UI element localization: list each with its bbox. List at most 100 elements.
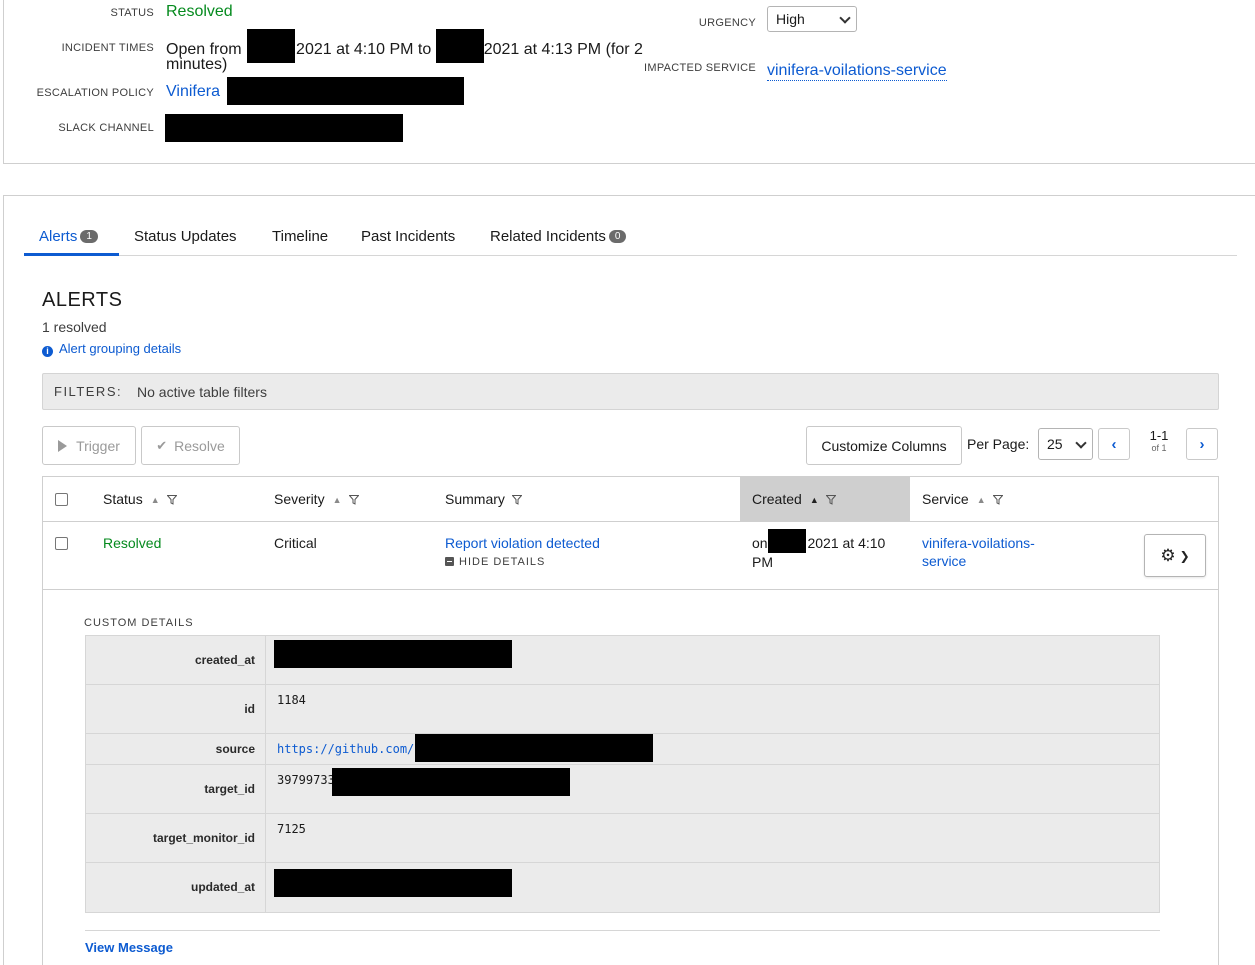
redacted-source-path [415,734,653,762]
column-summary-label: Summary [445,491,505,507]
source-link[interactable]: https://github.com/ [277,742,414,756]
alerts-count-badge: 1 [80,230,98,243]
sort-icon: ▲ [150,495,160,505]
urgency-select[interactable]: High [767,6,857,32]
play-icon [58,439,68,452]
tab-past-incidents[interactable]: Past Incidents [361,228,455,256]
row-actions-button[interactable]: ⚙ ❯ [1144,534,1206,577]
minus-square-icon [445,557,454,566]
trigger-button[interactable]: Trigger [42,426,136,465]
table-row: Resolved Critical Report violation detec… [43,522,1218,590]
filter-icon[interactable] [166,495,177,505]
urgency-label: URGENCY [698,17,756,29]
tab-related-incidents-label: Related Incidents [490,228,606,245]
custom-detail-row: created_at [86,636,1159,685]
column-created-label: Created [752,491,802,507]
column-severity-label: Severity [274,491,325,507]
per-page-label: Per Page: [967,436,1030,452]
customize-columns-button[interactable]: Customize Columns [806,426,962,465]
gear-icon: ⚙ [1160,545,1176,565]
tab-status-updates[interactable]: Status Updates [134,228,237,256]
custom-detail-key: target_id [86,765,266,813]
urgency-select-value: High [776,11,805,27]
chevron-left-icon: ‹ [1111,435,1117,453]
redacted-updated-at [274,869,512,897]
filter-icon[interactable] [348,495,359,505]
custom-detail-row: source https://github.com/ [86,734,1159,765]
custom-detail-row: updated_at [86,863,1159,912]
row-status: Resolved [103,535,162,551]
alerts-card: Alerts 1 Status Updates Timeline Past Inc… [3,195,1255,965]
filters-label: FILTERS: [54,384,123,399]
status-value: Resolved [166,3,233,20]
per-page-select[interactable]: 25 [1038,428,1093,460]
sort-icon: ▲ [976,495,986,505]
details-divider [85,930,1160,931]
escalation-policy-label: ESCALATION POLICY [36,87,154,99]
column-header-status[interactable]: Status ▲ [103,477,177,521]
view-message-link[interactable]: View Message [85,940,173,955]
incident-times-value: Open from 2021 at 4:10 PM to 2021 at 4:1… [166,29,646,63]
filters-bar: FILTERS: No active table filters [42,373,1219,410]
column-header-created[interactable]: Created ▲ [740,477,910,521]
custom-detail-value: 1184 [277,693,306,707]
tab-alerts[interactable]: Alerts 1 [24,228,119,256]
custom-detail-value: 39799733 [267,765,1159,813]
tab-alerts-label: Alerts [39,228,78,245]
custom-detail-row: target_monitor_id 7125 [86,814,1159,863]
custom-detail-value: 7125 [277,822,306,836]
select-all-checkbox[interactable] [55,493,68,506]
column-header-summary[interactable]: Summary [445,477,522,521]
impacted-service-link[interactable]: vinifera-voilations-service [767,62,947,81]
row-created-rest: 2021 at 4:10 [807,535,886,551]
tab-related-incidents[interactable]: Related Incidents 0 [490,228,627,256]
row-created-tail: PM [752,554,773,571]
chevron-down-icon [839,12,851,24]
alerts-resolved-count: 1 resolved [42,319,107,335]
column-header-severity[interactable]: Severity ▲ [274,477,359,521]
incident-tabs: Alerts 1 Status Updates Timeline Past Inc… [24,228,1237,256]
row-summary-link[interactable]: Report violation detected [445,534,600,552]
incident-times-start: 2021 at 4:10 PM to [296,41,432,59]
row-checkbox[interactable] [55,537,68,550]
alert-grouping-link[interactable]: i Alert grouping details [42,341,181,357]
row-service-link[interactable]: vinifera-voilations- service [922,534,1035,570]
filter-icon[interactable] [992,495,1003,505]
target-id-visible: 39799733 [277,773,335,787]
next-page-button[interactable]: › [1186,428,1218,460]
resolve-button[interactable]: ✔ Resolve [141,426,240,465]
escalation-policy-link[interactable]: Vinifera [166,83,220,101]
page-range-main: 1-1 [1149,428,1169,443]
sort-icon: ▲ [332,495,342,505]
redacted-end-date [435,29,484,63]
alerts-table: Status ▲ Severity ▲ Summary Created ▲ Servi… [42,476,1219,965]
status-label: STATUS [110,7,154,19]
row-created-prefix: on [752,535,768,551]
hide-details-label: HIDE DETAILS [459,556,546,568]
incident-times-end: 2021 at 4:13 PM (for 2 [483,41,643,59]
filters-value: No active table filters [137,384,267,400]
filter-icon[interactable] [511,495,522,505]
chevron-right-icon: › [1199,435,1205,453]
info-icon: i [42,346,53,357]
slack-channel-label: SLACK CHANNEL [58,122,154,134]
redacted-slack-channel [165,114,403,142]
related-count-badge: 0 [608,230,627,243]
redacted-escalation-policy [227,77,464,105]
incident-times-label: INCIDENT TIMES [61,42,154,54]
chevron-down-icon [1075,437,1087,449]
hide-details-toggle[interactable]: HIDE DETAILS [445,553,600,571]
column-header-service[interactable]: Service ▲ [922,477,1003,521]
custom-detail-value [267,636,1159,684]
incident-times-duration: minutes) [166,56,228,73]
custom-detail-key: updated_at [86,863,266,912]
custom-detail-key: created_at [86,636,266,684]
prev-page-button[interactable]: ‹ [1098,428,1130,460]
custom-detail-value [267,863,1159,912]
custom-detail-key: id [86,685,266,733]
trigger-button-label: Trigger [76,437,120,454]
custom-detail-key: source [86,734,266,764]
filter-icon[interactable] [825,495,836,505]
tab-timeline[interactable]: Timeline [272,228,328,256]
redacted-start-date [247,29,296,63]
